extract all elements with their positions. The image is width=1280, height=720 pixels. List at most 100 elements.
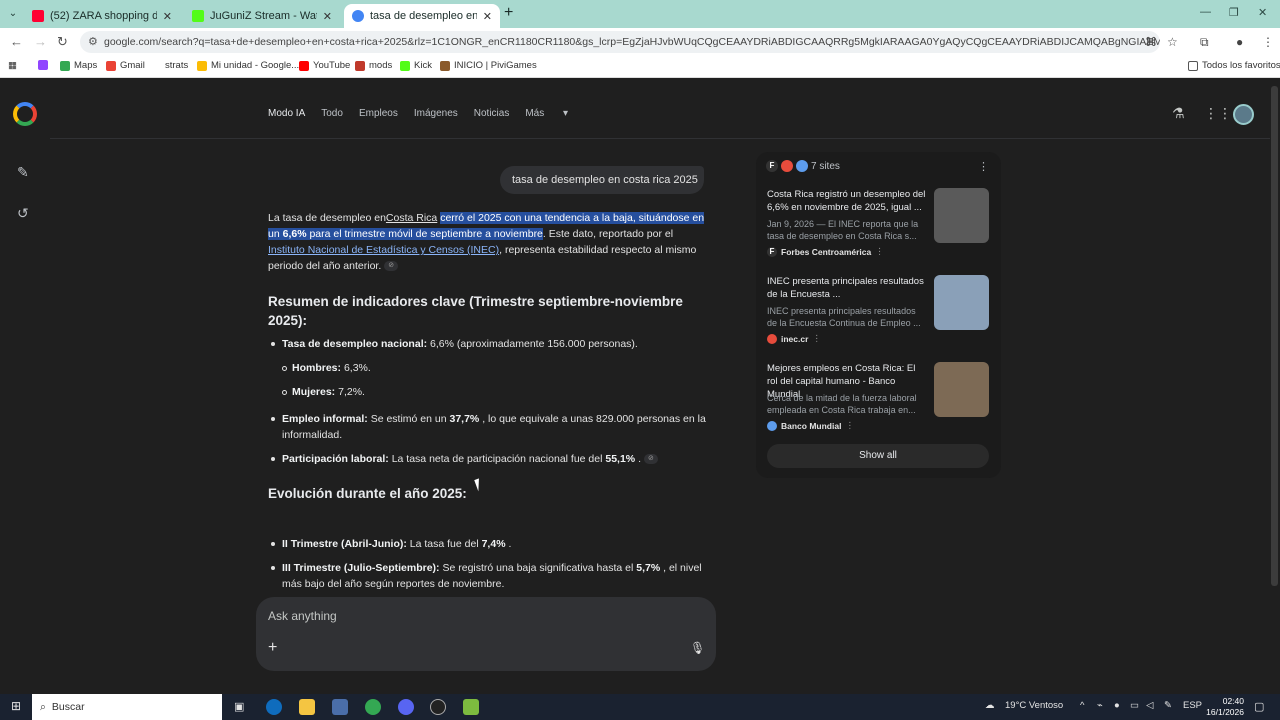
google-logo[interactable] [13,102,37,126]
bookmark-kick[interactable]: Kick [400,60,432,71]
address-bar[interactable]: ⚙ google.com/search?q=tasa+de+desempleo+… [80,31,1160,53]
microphone-icon[interactable]: 🎙 [690,641,705,655]
new-chat-icon[interactable]: ✎ [17,164,29,181]
profile-icon[interactable]: ● [1236,35,1243,49]
chrome-icon[interactable] [365,699,381,715]
nav-mas[interactable]: Más ▾ [525,108,584,119]
browser-tab-zara[interactable]: (52) ZARA shopping deep hous ✕ [24,4,180,28]
site-info-icon[interactable]: ⚙ [88,31,98,53]
nav-empleos[interactable]: Empleos [359,108,398,119]
worldbank-icon [767,420,777,431]
network-icon[interactable]: ⌁ [1097,700,1103,711]
clock[interactable]: 02:40 16/1/2026 [1200,696,1244,718]
citation-link-icon[interactable]: ⊘ [643,454,658,465]
item-end: . [508,538,512,550]
nav-imagenes[interactable]: Imágenes [414,108,458,119]
taskbar-search[interactable]: ⌕ Buscar [32,694,222,720]
bookmark-gmail[interactable]: Gmail [106,60,145,71]
account-avatar[interactable] [1233,104,1254,125]
task-view-icon[interactable]: ▣ [234,700,244,713]
bookmark-drive[interactable]: Mi unidad - Google... [197,60,299,71]
translate-icon[interactable]: ⌘ [1145,35,1157,49]
close-tab-icon[interactable]: ✕ [323,10,332,23]
restore-icon[interactable]: ❐ [1229,6,1239,19]
ask-placeholder[interactable]: Ask anything [268,609,337,623]
back-icon[interactable]: ← [10,34,23,49]
highlighted-text-2: para el trimestre móvil de septiembre a … [309,228,543,240]
weather-icon[interactable]: ☁ [985,700,995,711]
answer-text-2: . Este dato, reportado por el [542,228,674,240]
add-attachment-button[interactable]: + [268,639,277,657]
bookmark-mods[interactable]: mods [355,60,392,71]
kick-icon [192,10,204,22]
browser-toolbar: ← → ↻ ⚙ google.com/search?q=tasa+de+dese… [0,28,1280,56]
menu-icon[interactable]: ⋮ [1262,35,1274,49]
nav-todo[interactable]: Todo [321,108,343,119]
browser-tab-google[interactable]: tasa de desempleo en costa rica ✕ [344,4,500,28]
tray-expand-icon[interactable]: ^ [1080,700,1084,711]
close-tab-icon[interactable]: ✕ [483,10,492,23]
show-all-button[interactable]: Show all [767,444,989,468]
apps-icon[interactable]: ▦ [8,60,17,71]
forward-icon[interactable]: → [34,34,47,49]
pen-icon[interactable]: ✎ [1164,700,1172,711]
windows-taskbar: ⊞ ⌕ Buscar ▣ ☁ 19°C Ventoso ^ ⌁ ● ▭ ◁ ✎ … [0,694,1280,720]
new-tab-button[interactable]: + [504,4,513,22]
notifications-icon[interactable]: ▢ [1254,700,1264,713]
history-icon[interactable]: ↺ [17,205,29,222]
minecraft-icon[interactable] [463,699,479,715]
close-window-icon[interactable]: ✕ [1258,6,1267,19]
source-title[interactable]: INEC presenta principales resultados de … [767,275,927,301]
list-item-hombres: Hombres: 6,3%. [292,360,371,376]
inec-link[interactable]: Instituto Nacional de Estadística y Cens… [268,244,499,256]
page-scrollbar[interactable] [1271,86,1278,586]
bookmark-maps[interactable]: Maps [60,60,97,71]
bookmark-strats[interactable]: strats [165,60,188,71]
mods-icon [355,60,365,71]
more-options-icon[interactable]: ⋮ [875,246,884,257]
source-card[interactable]: INEC presenta principales resultados de … [767,275,989,357]
mic-tray-icon[interactable]: ● [1114,700,1120,711]
store-icon[interactable] [332,699,348,715]
apps-grid-icon[interactable]: ⋮⋮ [1204,105,1232,122]
more-options-icon[interactable]: ⋮ [978,160,989,173]
costa-rica-link[interactable]: Costa Rica [386,212,437,224]
minimize-icon[interactable]: — [1200,6,1211,18]
start-icon[interactable]: ⊞ [11,699,21,713]
reload-icon[interactable]: ↻ [57,34,68,50]
all-bookmarks[interactable]: Todos los favoritos [1188,60,1280,71]
more-options-icon[interactable]: ⋮ [845,420,854,431]
ask-input-box[interactable]: Ask anything + 🎙 [256,597,716,671]
volume-icon[interactable]: ◁ [1146,700,1153,711]
source-card[interactable]: Mejores empleos en Costa Rica: El rol de… [767,362,989,444]
tab-search-icon[interactable]: ⌄ [4,5,22,23]
source-title[interactable]: Costa Rica registró un desempleo del 6,6… [767,188,927,214]
extensions-icon[interactable]: ⧉ [1200,35,1209,50]
sub-bullet [282,390,287,395]
kick-icon [400,60,410,71]
obs-icon[interactable] [430,699,446,715]
nav-modo-ia[interactable]: Modo IA [268,108,305,119]
edge-icon[interactable] [266,699,282,715]
weather-label[interactable]: 19°C Ventoso [1005,700,1063,711]
list-item-mujeres: Mujeres: 7,2%. [292,384,365,400]
browser-tab-juguniz[interactable]: JuGuniZ Stream - Watch Live on ✕ [184,4,340,28]
twitch-icon[interactable] [38,60,48,70]
sources-header[interactable]: F 7 sites [766,160,840,172]
bookmark-star-icon[interactable]: ☆ [1167,35,1178,49]
bookmark-pivigames[interactable]: INICIO | PiviGames [440,60,537,71]
mouse-cursor [474,476,488,492]
labs-flask-icon[interactable]: ⚗ [1172,105,1185,122]
file-explorer-icon[interactable] [299,699,315,715]
ai-answer-paragraph: La tasa de desempleo enCosta Rica cerró … [268,210,708,274]
source-card[interactable]: Costa Rica registró un desempleo del 6,6… [767,188,989,270]
discord-icon[interactable] [398,699,414,715]
battery-icon[interactable]: ▭ [1130,700,1139,711]
item-label: Hombres: [292,362,342,374]
more-options-icon[interactable]: ⋮ [812,333,821,344]
citation-link-icon[interactable]: ⊘ [384,261,399,272]
nav-noticias[interactable]: Noticias [474,108,510,119]
bookmark-youtube[interactable]: YouTube [299,60,350,71]
tab-title: JuGuniZ Stream - Watch Live on [210,10,317,22]
close-tab-icon[interactable]: ✕ [163,10,172,23]
